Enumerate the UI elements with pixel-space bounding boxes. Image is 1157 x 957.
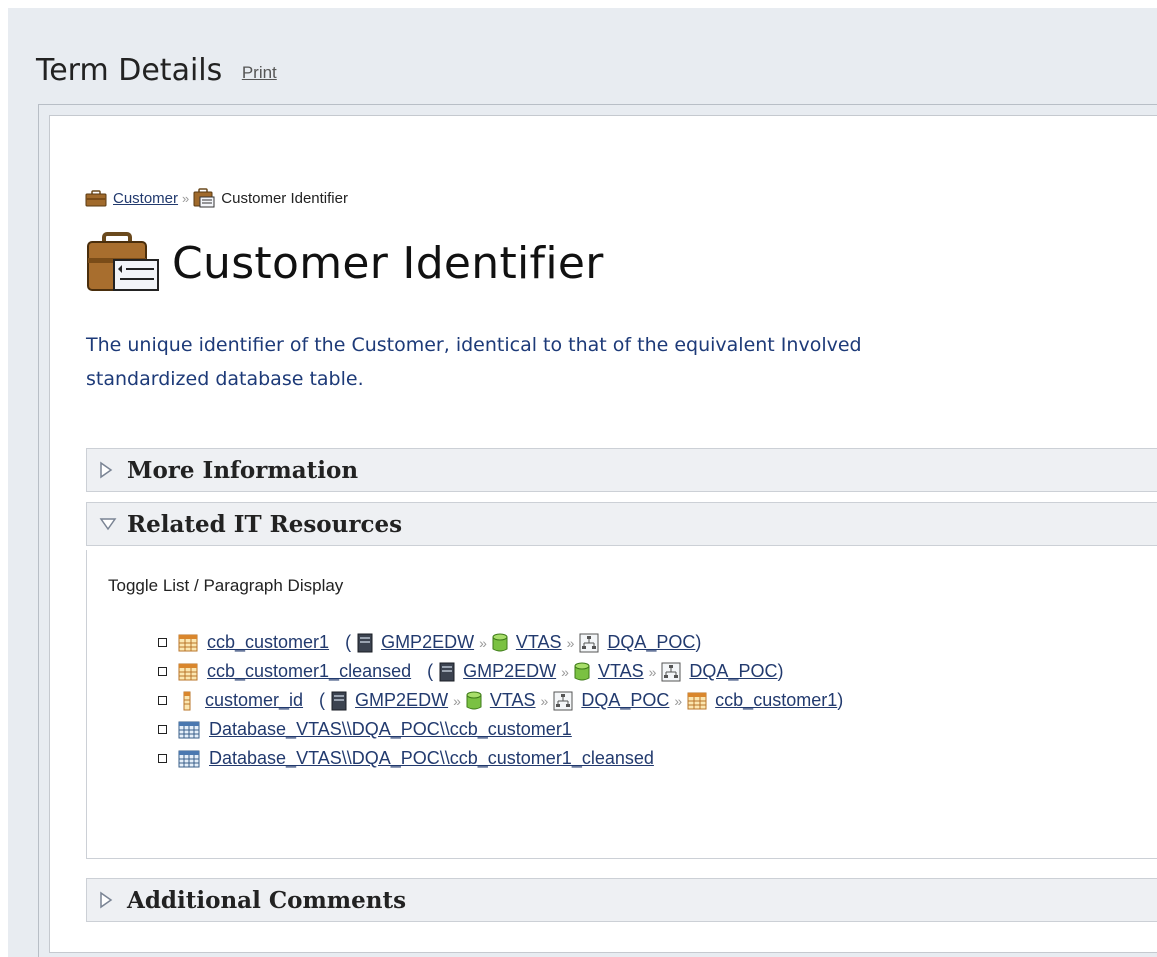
grid-table-icon [178, 750, 200, 768]
table-icon [687, 692, 707, 710]
open-paren: ( [427, 661, 434, 681]
term-description: The unique identifier of the Customer, i… [86, 328, 1157, 396]
description-line-1: The unique identifier of the Customer, i… [86, 334, 862, 356]
list-item: ccb_customer1_cleansed ( GMP2EDW » VTAS … [158, 657, 843, 686]
term-title: Customer Identifier [172, 237, 604, 289]
page-header: Term Details Print [36, 53, 277, 88]
bullet-icon [158, 638, 167, 647]
term-icon [193, 188, 215, 208]
schema-icon [579, 633, 599, 653]
list-item: Database_VTAS\\DQA_POC\\ccb_customer1_cl… [158, 744, 843, 773]
page-title: Term Details [36, 53, 223, 88]
expanded-arrow-icon [99, 517, 121, 531]
resource-link[interactable]: ccb_customer1_cleansed [207, 661, 411, 682]
grid-table-icon [178, 721, 200, 739]
breadcrumb-customer-link[interactable]: Customer [113, 190, 178, 207]
database-icon [466, 691, 482, 711]
path-schema-link[interactable]: DQA_POC [689, 661, 777, 682]
resource-link[interactable]: Database_VTAS\\DQA_POC\\ccb_customer1_cl… [209, 748, 654, 769]
bullet-icon [158, 696, 167, 705]
path-database-link[interactable]: VTAS [598, 661, 644, 682]
resource-list: ccb_customer1 ( GMP2EDW » VTAS » DQA_POC… [158, 628, 843, 773]
bullet-icon [158, 725, 167, 734]
path-separator: » [674, 692, 683, 709]
collapsed-arrow-icon [99, 891, 121, 909]
resource-link[interactable]: Database_VTAS\\DQA_POC\\ccb_customer1 [209, 719, 572, 740]
resource-link[interactable]: customer_id [205, 690, 303, 711]
breadcrumb-current: Customer Identifier [221, 189, 348, 207]
path-separator: » [540, 692, 549, 709]
server-icon [331, 691, 347, 711]
column-icon [182, 691, 192, 711]
schema-icon [553, 691, 573, 711]
resource-link[interactable]: ccb_customer1 [207, 632, 329, 653]
table-icon [178, 663, 198, 681]
section-related-label: Related IT Resources [127, 510, 403, 538]
close-paren: ) [777, 661, 784, 681]
path-separator: » [453, 692, 461, 709]
schema-icon [661, 662, 681, 682]
term-panel: Customer » Customer Identifier Customer … [49, 115, 1157, 953]
path-server-link[interactable]: GMP2EDW [381, 632, 474, 653]
page-frame: Term Details Print Customer » Customer I… [8, 8, 1157, 957]
path-separator: » [648, 663, 657, 680]
table-icon [178, 634, 198, 652]
open-paren: ( [319, 690, 326, 710]
database-icon [492, 633, 508, 653]
term-large-icon [86, 232, 162, 294]
collapsed-arrow-icon [99, 461, 121, 479]
server-icon [357, 633, 373, 653]
open-paren: ( [345, 632, 352, 652]
path-server-link[interactable]: GMP2EDW [355, 690, 448, 711]
term-heading: Customer Identifier [86, 232, 604, 294]
path-schema-link[interactable]: DQA_POC [607, 632, 695, 653]
path-table-link[interactable]: ccb_customer1 [715, 690, 837, 711]
path-separator: » [479, 634, 487, 651]
toggle-display-link[interactable]: Toggle List / Paragraph Display [108, 576, 343, 596]
bullet-icon [158, 754, 167, 763]
term-container: Customer » Customer Identifier Customer … [38, 104, 1157, 957]
close-paren: ) [695, 632, 702, 652]
breadcrumb-separator: » [182, 190, 190, 206]
database-icon [574, 662, 590, 682]
path-database-link[interactable]: VTAS [490, 690, 536, 711]
section-more-information[interactable]: More Information [86, 448, 1157, 492]
close-paren: ) [837, 690, 844, 710]
path-database-link[interactable]: VTAS [516, 632, 562, 653]
list-item: customer_id ( GMP2EDW » VTAS » DQA_POC »… [158, 686, 843, 715]
section-additional-comments[interactable]: Additional Comments [86, 878, 1157, 922]
section-comments-label: Additional Comments [127, 886, 407, 914]
briefcase-icon [85, 189, 107, 207]
path-separator: » [566, 634, 575, 651]
server-icon [439, 662, 455, 682]
breadcrumb: Customer » Customer Identifier [85, 188, 348, 208]
section-related-it-resources[interactable]: Related IT Resources [86, 502, 1157, 546]
description-line-2: standardized database table. [86, 368, 364, 390]
list-item: ccb_customer1 ( GMP2EDW » VTAS » DQA_POC… [158, 628, 843, 657]
path-separator: » [561, 663, 569, 680]
print-link[interactable]: Print [242, 63, 277, 82]
list-item: Database_VTAS\\DQA_POC\\ccb_customer1 [158, 715, 843, 744]
path-schema-link[interactable]: DQA_POC [581, 690, 669, 711]
bullet-icon [158, 667, 167, 676]
path-server-link[interactable]: GMP2EDW [463, 661, 556, 682]
section-more-information-label: More Information [127, 456, 359, 484]
